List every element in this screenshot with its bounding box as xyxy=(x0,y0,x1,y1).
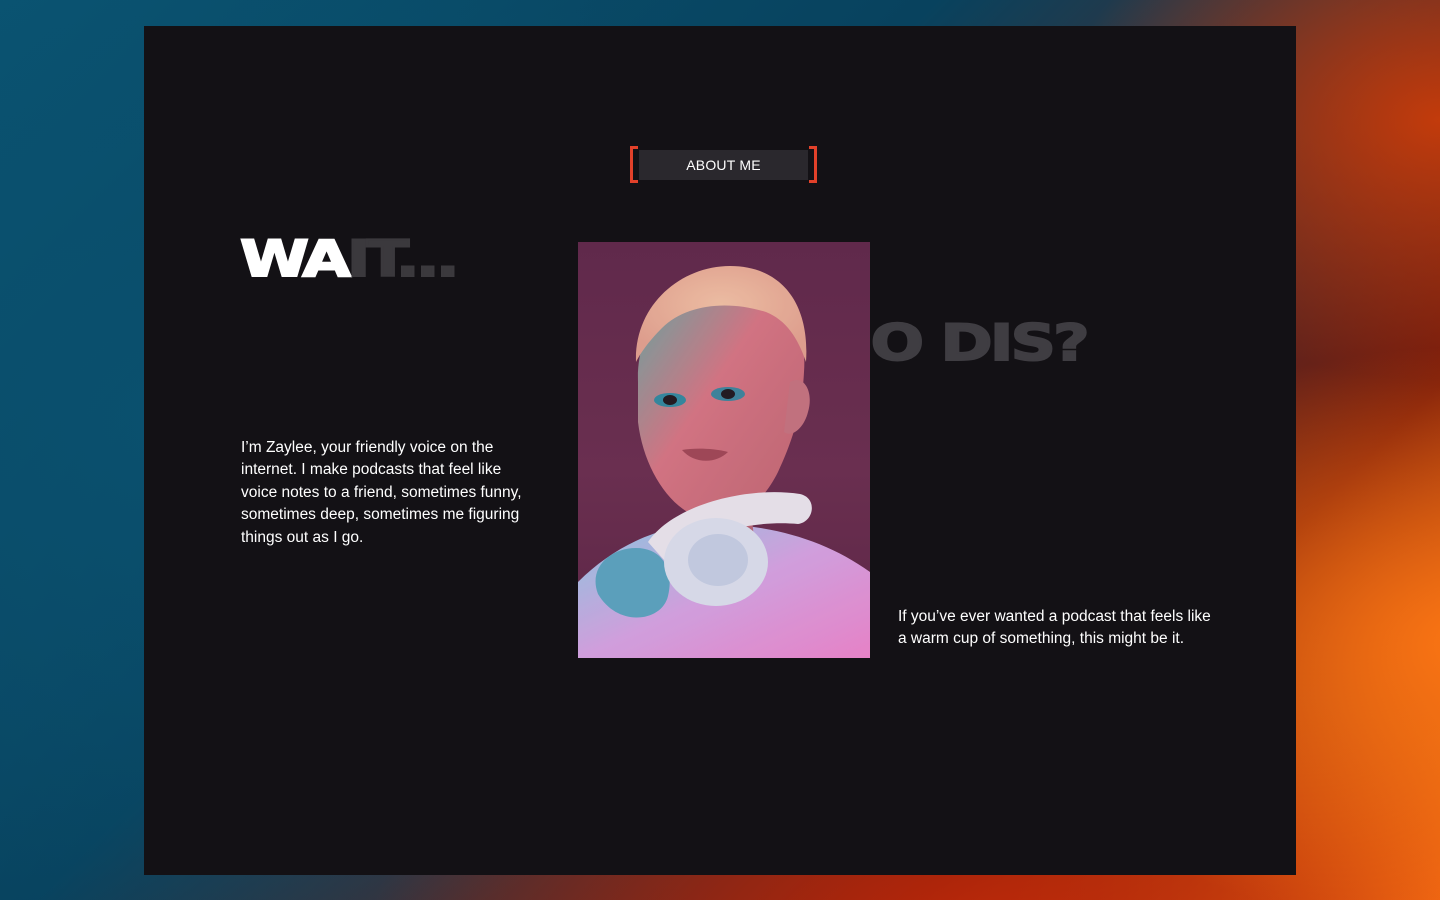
who-dis-headline: WHO DIS? xyxy=(861,315,1199,371)
intro-paragraph: I’m Zaylee, your friendly voice on the i… xyxy=(241,438,522,546)
about-section-card: ABOUT ME WAIT... WHO DIS? xyxy=(144,26,1296,875)
wait-headline-dim: IT... xyxy=(346,230,461,288)
outro-paragraph: If you’ve ever wanted a podcast that fee… xyxy=(898,607,1211,648)
right-bracket-decoration xyxy=(809,146,817,183)
left-bracket-decoration xyxy=(630,146,638,183)
wait-headline-bright: WA xyxy=(239,230,352,288)
wait-headline: WAIT... xyxy=(239,230,461,288)
about-me-label: ABOUT ME xyxy=(639,150,808,180)
about-me-tag: ABOUT ME xyxy=(630,146,817,186)
portrait-image xyxy=(578,242,870,658)
portrait-illustration xyxy=(578,242,870,658)
who-dis-text: WHO DIS? xyxy=(861,315,1091,371)
